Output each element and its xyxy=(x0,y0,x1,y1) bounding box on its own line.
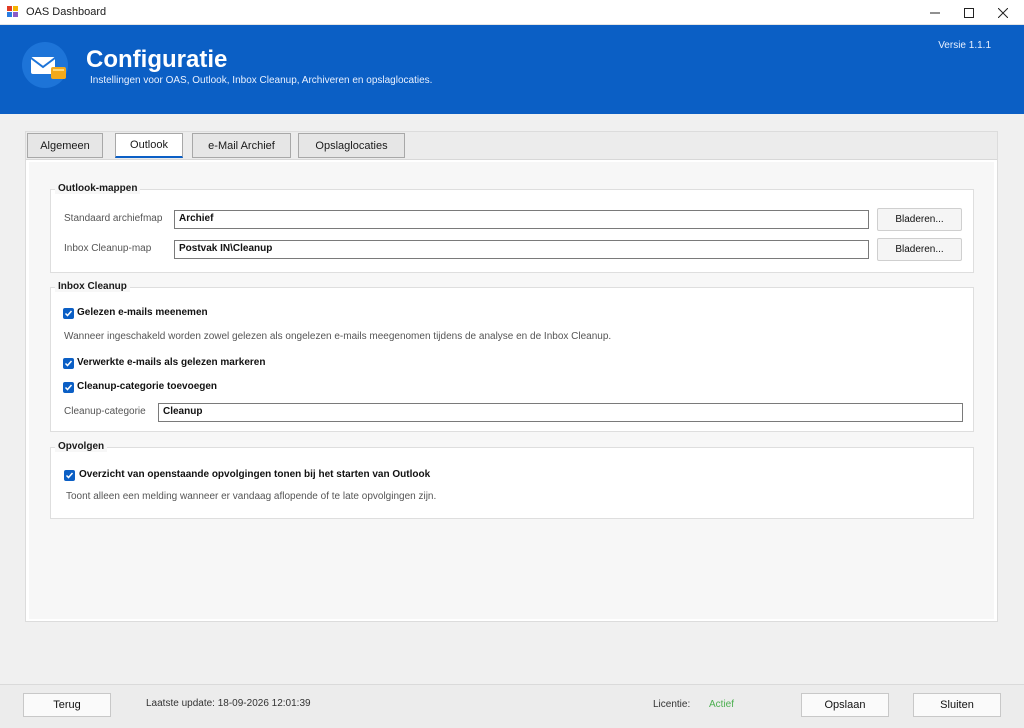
page-subtitle: Instellingen voor OAS, Outlook, Inbox Cl… xyxy=(90,75,433,86)
browse-cleanup-button[interactable]: Bladeren... xyxy=(877,238,962,261)
version-label: Versie 1.1.1 xyxy=(938,40,991,51)
tab-strip: Algemeen Outlook e-Mail Archief Opslaglo… xyxy=(26,132,997,160)
categorie-label: Cleanup-categorie xyxy=(64,406,146,417)
app-icon xyxy=(7,6,19,18)
window-title: OAS Dashboard xyxy=(26,6,107,18)
group-opvolgen xyxy=(50,447,974,519)
categorie-checkbox-label[interactable]: Cleanup-categorie toevoegen xyxy=(77,381,217,392)
license-status: Actief xyxy=(709,699,735,710)
cleanup-map-input[interactable]: Postvak IN\Cleanup xyxy=(174,240,869,259)
maximize-icon xyxy=(964,7,974,18)
overzicht-label[interactable]: Overzicht van openstaande opvolgingen to… xyxy=(79,469,430,480)
overzicht-description: Toont alleen een melding wanneer er vand… xyxy=(66,491,437,502)
overzicht-checkbox[interactable] xyxy=(64,470,75,481)
group-title-opvolgen: Opvolgen xyxy=(55,441,108,452)
header-banner: Configuratie Instellingen voor OAS, Outl… xyxy=(0,25,1024,114)
categorie-input[interactable]: Cleanup xyxy=(158,403,963,422)
page-title: Configuratie xyxy=(86,46,228,73)
minimize-icon xyxy=(930,12,940,13)
title-bar: OAS Dashboard xyxy=(0,0,1024,25)
tab-content-outlook: Outlook-mappen Standaard archiefmap Arch… xyxy=(29,162,994,619)
close-window-button[interactable] xyxy=(986,0,1020,25)
close-button[interactable]: Sluiten xyxy=(913,693,1001,717)
checkmark-icon xyxy=(64,360,73,367)
save-button[interactable]: Opslaan xyxy=(801,693,889,717)
group-title-inbox-cleanup: Inbox Cleanup xyxy=(55,281,130,292)
last-update-text: Laatste update: 18-09-2026 12:01:39 xyxy=(146,698,311,709)
footer-bar: Terug Laatste update: 18-09-2026 12:01:3… xyxy=(0,684,1024,728)
checkmark-icon xyxy=(64,384,73,391)
license-label: Licentie: xyxy=(653,699,691,710)
back-button[interactable]: Terug xyxy=(23,693,111,717)
tab-algemeen[interactable]: Algemeen xyxy=(27,133,103,158)
settings-panel: Algemeen Outlook e-Mail Archief Opslaglo… xyxy=(25,131,998,622)
checkmark-icon xyxy=(65,472,74,479)
tab-opslaglocaties[interactable]: Opslaglocaties xyxy=(298,133,405,158)
mail-settings-icon xyxy=(21,41,73,93)
markeren-label[interactable]: Verwerkte e-mails als gelezen markeren xyxy=(77,357,265,368)
tab-outlook[interactable]: Outlook xyxy=(115,133,183,158)
markeren-checkbox[interactable] xyxy=(63,358,74,369)
group-outlook-mappen xyxy=(50,189,974,273)
gelezen-checkbox[interactable] xyxy=(63,308,74,319)
browse-archief-button[interactable]: Bladeren... xyxy=(877,208,962,231)
categorie-checkbox[interactable] xyxy=(63,382,74,393)
minimize-button[interactable] xyxy=(918,0,952,25)
checkmark-icon xyxy=(64,310,73,317)
close-icon xyxy=(998,7,1008,18)
archiefmap-input[interactable]: Archief xyxy=(174,210,869,229)
tab-email-archief[interactable]: e-Mail Archief xyxy=(192,133,291,158)
maximize-button[interactable] xyxy=(952,0,986,25)
gelezen-description: Wanneer ingeschakeld worden zowel geleze… xyxy=(64,331,612,342)
archiefmap-label: Standaard archiefmap xyxy=(64,213,163,224)
cleanup-map-label: Inbox Cleanup-map xyxy=(64,243,152,254)
group-title-outlook-mappen: Outlook-mappen xyxy=(55,183,141,194)
gelezen-label[interactable]: Gelezen e-mails meenemen xyxy=(77,307,208,318)
